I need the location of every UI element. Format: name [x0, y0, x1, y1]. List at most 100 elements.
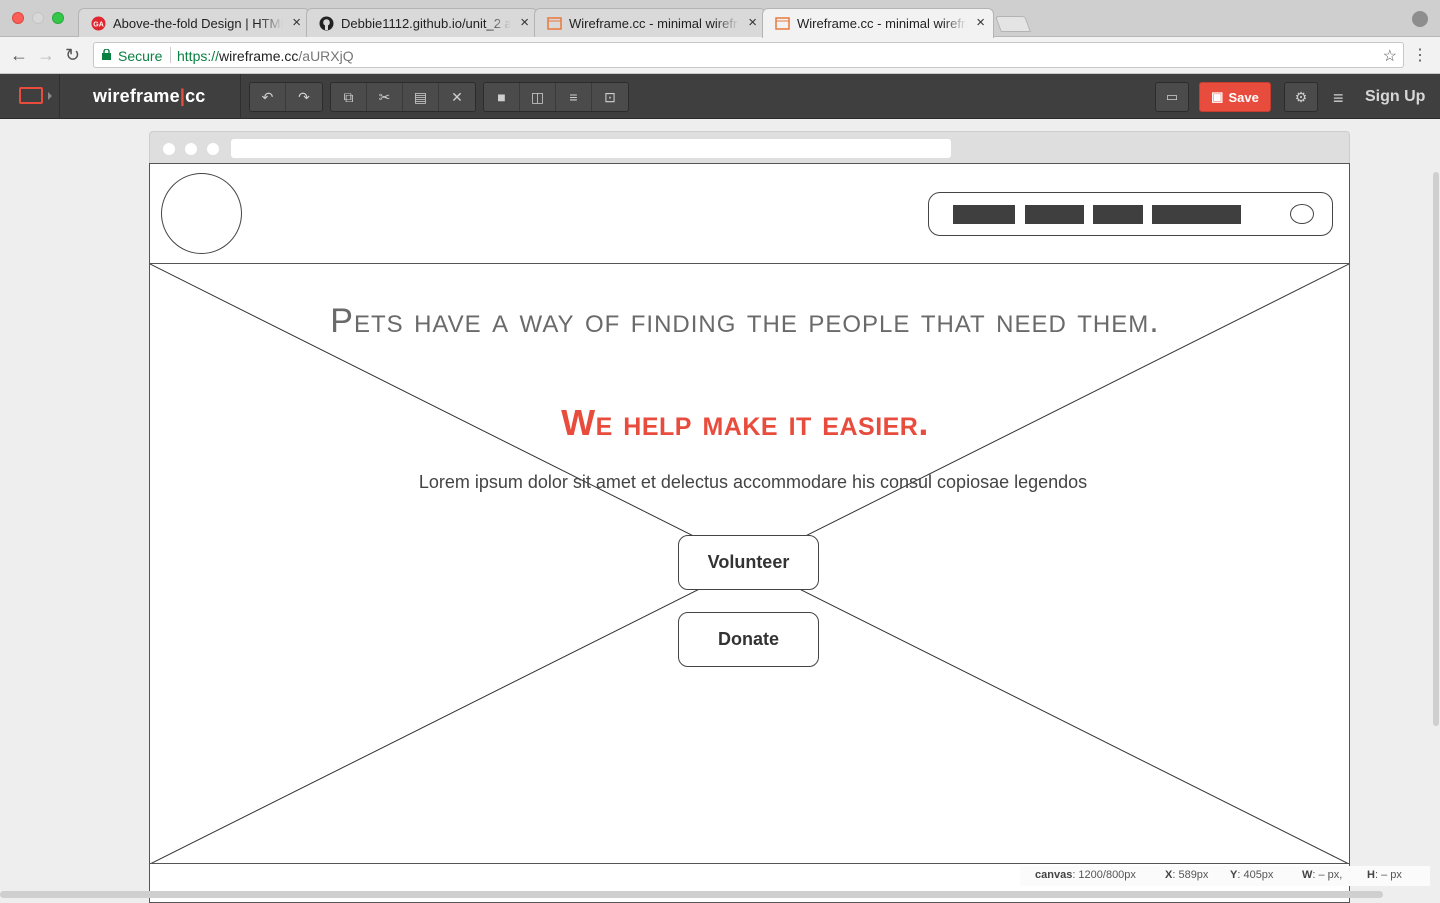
address-bar[interactable]: Secure https://wireframe.cc/aURXjQ ☆: [93, 42, 1404, 68]
w-label: W: [1302, 869, 1313, 881]
h-label: H: [1367, 869, 1375, 881]
brand-suffix: cc: [185, 86, 206, 106]
ga-icon: GA: [91, 16, 106, 31]
nav-link-placeholder[interactable]: [1025, 205, 1084, 224]
arrange-group: ■ ◫ ≡ ⊡: [483, 82, 629, 112]
mock-window-dot: [207, 143, 219, 155]
w-readout: W: – px,: [1302, 869, 1342, 881]
cut-icon[interactable]: ✂: [367, 83, 403, 111]
caret-right-icon: [48, 92, 52, 100]
w-value: : – px,: [1312, 869, 1343, 881]
hero-image-placeholder[interactable]: Pets have a way of finding the people th…: [150, 264, 1349, 864]
wireframe-page[interactable]: Pets have a way of finding the people th…: [149, 163, 1350, 903]
toolbar-divider: [240, 74, 241, 119]
logo-placeholder[interactable]: [161, 173, 242, 254]
duplicate-icon[interactable]: ⧉: [331, 83, 367, 111]
window-maximize-button[interactable]: [52, 12, 64, 24]
url-text: https://wireframe.cc/aURXjQ: [177, 48, 354, 64]
edit-group: ⧉ ✂ ▤ ✕: [330, 82, 476, 112]
delete-icon[interactable]: ✕: [439, 83, 475, 111]
vertical-scrollbar[interactable]: [1433, 172, 1439, 726]
sign-up-link[interactable]: Sign Up: [1365, 88, 1425, 106]
y-value: : 405px: [1237, 869, 1274, 881]
bookmark-star-icon[interactable]: ☆: [1383, 46, 1397, 66]
brand-name: wireframe: [93, 86, 180, 106]
hero-headline: Pets have a way of finding the people th…: [330, 302, 1160, 340]
mock-browser-chrome[interactable]: [149, 131, 1350, 164]
h-value: : – px: [1374, 869, 1402, 881]
back-icon[interactable]: ←: [10, 45, 28, 65]
align-icon[interactable]: ≡: [556, 83, 592, 111]
browser-tab[interactable]: Wireframe.cc - minimal wirefra ×: [534, 8, 766, 37]
github-icon: [319, 16, 334, 31]
tab-close-icon[interactable]: ×: [520, 14, 529, 31]
brand-logo[interactable]: wireframe|cc: [93, 86, 206, 107]
x-readout: X: 589px: [1165, 869, 1208, 881]
browser-tab[interactable]: Debbie1112.github.io/unit_2 at ×: [306, 8, 538, 37]
volunteer-button[interactable]: Volunteer: [678, 535, 819, 590]
horizontal-scrollbar[interactable]: [0, 891, 1383, 898]
window-close-button[interactable]: [12, 12, 24, 24]
tab-close-icon[interactable]: ×: [748, 14, 757, 31]
url-host: wireframe.cc: [219, 48, 299, 64]
y-readout: Y: 405px: [1230, 869, 1273, 881]
window-minimize-button[interactable]: [32, 12, 44, 24]
new-tab-button[interactable]: [995, 16, 1031, 32]
browser-tab-active[interactable]: Wireframe.cc - minimal wirefra ×: [762, 8, 994, 38]
canvas-status-bar: canvas: 1200/800px X: 589px Y: 405px W: …: [1020, 866, 1430, 886]
url-protocol: https://: [177, 48, 220, 64]
redo-icon[interactable]: ↷: [286, 83, 322, 111]
search-circle-placeholder[interactable]: [1290, 204, 1314, 224]
h-readout: H: – px: [1367, 869, 1402, 881]
wireframe-header[interactable]: [150, 164, 1349, 264]
nav-placeholder[interactable]: [928, 192, 1333, 236]
canvas-label: canvas: [1035, 869, 1073, 881]
nav-link-placeholder[interactable]: [1152, 205, 1241, 224]
browser-toolbar: ← → ↻ Secure https://wireframe.cc/aURXjQ…: [0, 37, 1440, 74]
profile-icon[interactable]: [1412, 11, 1428, 27]
browser-tab-bar: GA Above-the-fold Design | HTML × Debbie…: [0, 0, 1440, 38]
donate-button[interactable]: Donate: [678, 612, 819, 667]
browser-tab[interactable]: GA Above-the-fold Design | HTML ×: [78, 8, 310, 37]
mock-window-dot: [163, 143, 175, 155]
tab-close-icon[interactable]: ×: [976, 14, 985, 31]
hamburger-menu-icon[interactable]: ≡: [1333, 88, 1344, 109]
browser-menu-icon[interactable]: ⋮: [1412, 45, 1428, 65]
wireframe-icon: [547, 17, 562, 30]
group-icon[interactable]: ⊡: [592, 83, 628, 111]
tab-title: Wireframe.cc - minimal wirefra: [569, 16, 739, 31]
hero-description: Lorem ipsum dolor sit amet et delectus a…: [418, 472, 1088, 492]
canvas-value: : 1200/800px: [1072, 869, 1136, 881]
tab-title: Above-the-fold Design | HTML: [113, 16, 283, 31]
save-label: Save: [1228, 89, 1259, 105]
history-group: ↶ ↷: [249, 82, 323, 112]
tab-close-icon[interactable]: ×: [292, 14, 301, 31]
browser-stencil-icon: [19, 87, 43, 104]
mock-url-bar: [231, 139, 951, 158]
floppy-disk-icon: ▣: [1211, 89, 1224, 104]
wireframe-icon: [775, 17, 790, 30]
omnibox-divider: [170, 47, 171, 63]
reload-icon[interactable]: ↻: [65, 45, 80, 65]
nav-link-placeholder[interactable]: [1093, 205, 1143, 224]
save-button[interactable]: ▣ Save: [1199, 82, 1271, 112]
tab-title: Debbie1112.github.io/unit_2 at: [341, 16, 511, 31]
settings-icon[interactable]: ⚙: [1284, 82, 1318, 112]
undo-icon[interactable]: ↶: [250, 83, 286, 111]
tab-title: Wireframe.cc - minimal wirefra: [797, 16, 967, 31]
comment-icon[interactable]: ▭: [1155, 82, 1189, 112]
canvas-size-readout: canvas: 1200/800px: [1035, 869, 1136, 881]
lock-element-icon[interactable]: ■: [484, 83, 520, 111]
x-value: : 589px: [1172, 869, 1209, 881]
nav-link-placeholder[interactable]: [953, 205, 1015, 224]
paste-icon[interactable]: ▤: [403, 83, 439, 111]
stencil-menu-button[interactable]: [0, 74, 60, 119]
hero-subheadline: We help make it easier.: [561, 402, 929, 443]
secure-label: Secure: [118, 48, 163, 64]
svg-text:GA: GA: [93, 22, 104, 29]
forward-icon[interactable]: →: [37, 45, 55, 65]
url-path: /aURXjQ: [298, 48, 354, 64]
bring-front-icon[interactable]: ◫: [520, 83, 556, 111]
lock-icon: [102, 49, 111, 60]
mock-window-dot: [185, 143, 197, 155]
